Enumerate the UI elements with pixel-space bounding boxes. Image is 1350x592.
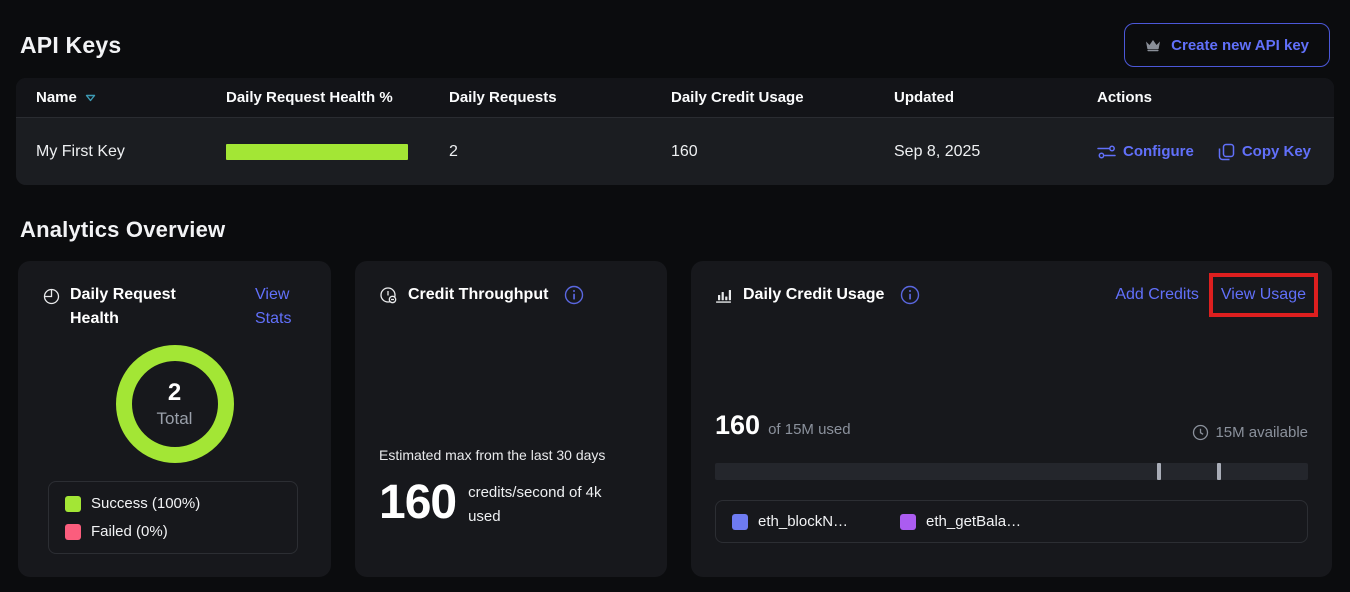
throughput-card-header: Credit Throughput — [379, 283, 643, 307]
available-amount: 15M available — [1192, 424, 1308, 441]
table-header-row: Name Daily Request Health % Daily Reques… — [16, 78, 1334, 118]
analytics-cards: Daily Request Health View Stats 2 Total … — [16, 261, 1334, 577]
view-usage-link[interactable]: View Usage — [1221, 286, 1306, 303]
create-api-key-button[interactable]: Create new API key — [1124, 23, 1330, 67]
eth-getbalance-label: eth_getBala… — [926, 513, 1021, 530]
key-name: My First Key — [16, 143, 206, 161]
annotation-highlight-box: View Usage — [1209, 273, 1318, 317]
donut-ring: 2 Total — [116, 345, 234, 463]
failed-label: Failed (0%) — [91, 523, 168, 540]
legend-item-failed: Failed (0%) — [65, 523, 281, 540]
configure-button[interactable]: Configure — [1097, 143, 1194, 160]
legend-item-success: Success (100%) — [65, 495, 281, 512]
api-keys-table: Name Daily Request Health % Daily Reques… — [16, 78, 1334, 185]
usage-card-links: Add Credits View Usage — [1115, 283, 1308, 307]
page-title: API Keys — [20, 32, 121, 59]
throughput-content: Estimated max from the last 30 days 160 … — [379, 447, 643, 555]
column-header-health: Daily Request Health % — [206, 89, 429, 106]
health-donut-chart: 2 Total — [42, 345, 307, 463]
health-bar — [226, 144, 408, 160]
daily-requests-value: 2 — [429, 143, 651, 161]
daily-credit-usage-value: 160 — [651, 143, 874, 161]
health-card-title: Daily Request Health — [70, 283, 202, 331]
column-header-updated: Updated — [874, 89, 1077, 106]
legend-item-eth-blocknumber: eth_blockN… — [732, 513, 848, 530]
column-header-daily-requests: Daily Requests — [429, 89, 651, 106]
copy-key-button[interactable]: Copy Key — [1218, 143, 1311, 161]
health-bar-cell — [206, 144, 429, 160]
usage-legend: eth_blockN… eth_getBala… — [715, 500, 1308, 543]
health-card-header: Daily Request Health View Stats — [42, 283, 307, 331]
column-header-actions: Actions — [1077, 89, 1334, 106]
copy-icon — [1218, 143, 1235, 161]
crown-icon — [1145, 38, 1161, 52]
throughput-card-title: Credit Throughput — [408, 283, 548, 307]
usage-content: 160 of 15M used 15M available — [715, 410, 1308, 555]
sort-chevron-icon[interactable] — [85, 94, 96, 102]
eth-blocknumber-swatch — [732, 514, 748, 530]
clock-icon — [1192, 424, 1209, 441]
throughput-value-row: 160 credits/second of 4k used — [379, 479, 643, 529]
usage-stats-row: 160 of 15M used 15M available — [715, 410, 1308, 441]
legend-item-eth-getbalance: eth_getBala… — [900, 513, 1021, 530]
used-value: 160 — [715, 410, 760, 441]
eth-getbalance-swatch — [900, 514, 916, 530]
daily-request-health-card: Daily Request Health View Stats 2 Total … — [18, 261, 331, 577]
add-credits-link[interactable]: Add Credits — [1115, 283, 1199, 307]
eth-blocknumber-label: eth_blockN… — [758, 513, 848, 530]
column-header-credit-usage: Daily Credit Usage — [651, 89, 874, 106]
credit-throughput-card: Credit Throughput Estimated max from the… — [355, 261, 667, 577]
column-header-name[interactable]: Name — [16, 89, 206, 106]
info-icon[interactable] — [900, 285, 920, 305]
usage-marker-1 — [1157, 463, 1161, 480]
daily-credit-usage-card: Daily Credit Usage Add Credits View Usag… — [691, 261, 1332, 577]
bar-chart-icon — [715, 287, 733, 304]
page-header: API Keys Create new API key — [16, 22, 1334, 68]
throughput-value: 160 — [379, 479, 456, 527]
actions-cell: Configure Copy Key — [1077, 143, 1334, 161]
usage-marker-2 — [1217, 463, 1221, 480]
failed-swatch — [65, 524, 81, 540]
dashboard-page: API Keys Create new API key Name Daily R… — [0, 0, 1350, 577]
donut-total-value: 2 — [168, 379, 181, 407]
configure-label: Configure — [1123, 143, 1194, 160]
success-label: Success (100%) — [91, 495, 200, 512]
copy-key-label: Copy Key — [1242, 143, 1311, 160]
table-row: My First Key 2 160 Sep 8, 2025 Configure — [16, 118, 1334, 185]
health-legend: Success (100%) Failed (0%) — [48, 481, 298, 554]
updated-value: Sep 8, 2025 — [874, 143, 1077, 161]
pie-chart-icon — [42, 287, 60, 305]
donut-total-label: Total — [157, 409, 193, 429]
throughput-unit: credits/second of 4k used — [468, 481, 618, 529]
usage-card-header: Daily Credit Usage Add Credits View Usag… — [715, 283, 1308, 307]
sliders-icon — [1097, 144, 1116, 160]
usage-progress-bar — [715, 463, 1308, 480]
info-icon[interactable] — [564, 285, 584, 305]
gauge-icon — [379, 286, 398, 305]
used-amount: 160 of 15M used — [715, 410, 851, 441]
analytics-overview-title: Analytics Overview — [20, 217, 1334, 243]
create-api-key-label: Create new API key — [1171, 37, 1309, 54]
success-swatch — [65, 496, 81, 512]
usage-card-title: Daily Credit Usage — [743, 283, 884, 307]
used-suffix: of 15M used — [768, 421, 851, 438]
available-label: 15M available — [1215, 424, 1308, 441]
view-stats-link[interactable]: View Stats — [255, 283, 307, 331]
throughput-note: Estimated max from the last 30 days — [379, 447, 643, 463]
